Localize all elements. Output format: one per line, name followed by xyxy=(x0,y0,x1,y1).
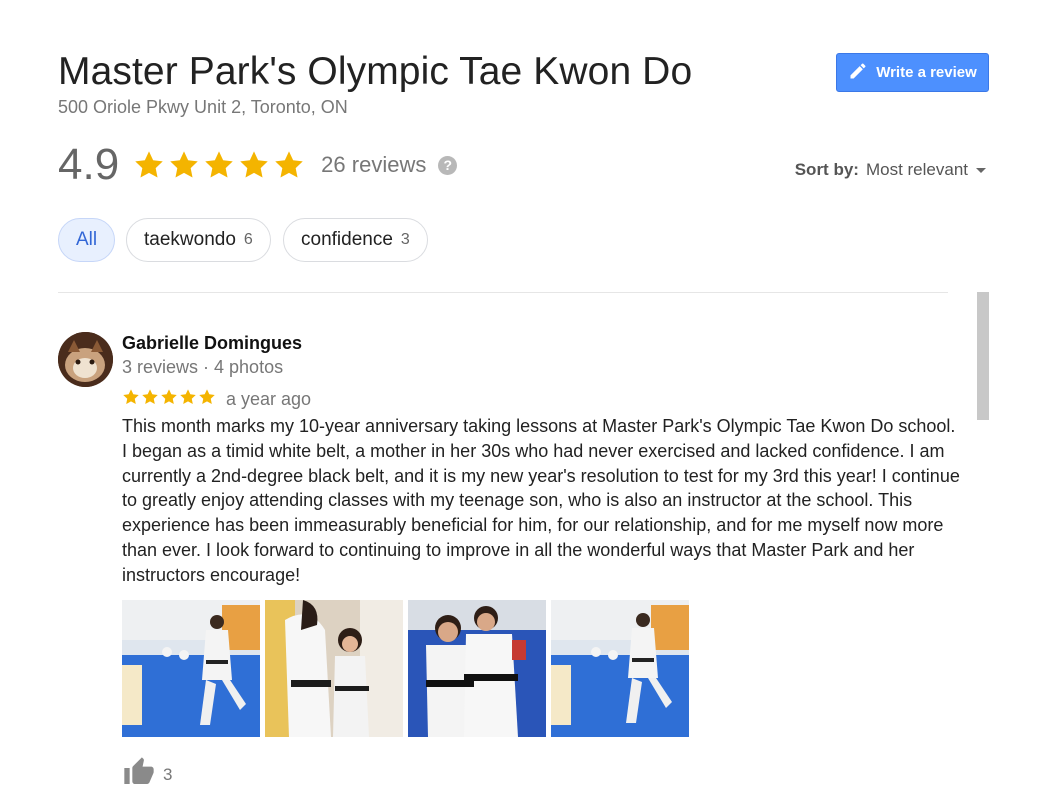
business-address: 500 Oriole Pkwy Unit 2, Toronto, ON xyxy=(58,97,348,117)
star-icon xyxy=(123,389,139,405)
caret-down-icon xyxy=(976,167,986,173)
star-icon xyxy=(135,151,163,178)
filter-chip-all[interactable]: All xyxy=(58,218,115,262)
scrollbar-thumb[interactable] xyxy=(977,292,989,420)
review-photo[interactable] xyxy=(551,600,689,737)
sort-label: Sort by: xyxy=(794,160,859,179)
star-icon xyxy=(170,151,198,178)
write-review-button[interactable]: Write a review xyxy=(836,53,989,92)
filter-chip-count: 6 xyxy=(243,231,253,248)
filter-chip-confidence[interactable]: confidence 3 xyxy=(283,218,428,262)
divider xyxy=(58,292,948,293)
review-count[interactable]: 26 reviews xyxy=(321,152,426,178)
sort-value: Most relevant xyxy=(865,160,968,179)
reviewer-name[interactable]: Gabrielle Domingues xyxy=(122,333,302,354)
filter-chip-label: confidence xyxy=(301,229,393,250)
star-icon xyxy=(240,151,268,178)
star-icon xyxy=(180,389,196,405)
review-date: a year ago xyxy=(226,389,312,409)
review-photo[interactable] xyxy=(408,600,546,737)
pencil-icon xyxy=(848,61,868,85)
review-photo[interactable] xyxy=(265,600,403,737)
help-icon[interactable]: ? xyxy=(438,155,458,175)
star-icon xyxy=(275,151,303,178)
star-icon xyxy=(205,151,233,178)
filter-chip-label: All xyxy=(75,229,98,250)
star-icon xyxy=(161,389,177,405)
filter-chip-taekwondo[interactable]: taekwondo 6 xyxy=(126,218,271,262)
star-icon xyxy=(199,389,215,405)
review-text: This month marks my 10-year anniversary … xyxy=(122,416,960,585)
star-icon xyxy=(142,389,158,405)
rating-stars xyxy=(133,149,305,181)
reviewer-avatar[interactable] xyxy=(58,332,113,387)
filter-chip-label: taekwondo xyxy=(144,229,236,250)
like-count: 3 xyxy=(163,765,173,784)
sort-dropdown[interactable]: Sort by: Most relevant xyxy=(795,160,986,180)
reviewer-meta: 3 reviews · 4 photos xyxy=(122,357,284,377)
review-stars xyxy=(122,388,216,406)
write-review-label: Write a review xyxy=(876,64,977,81)
rating-value: 4.9 xyxy=(58,140,120,189)
rating-summary: 4.9 26 reviews ? xyxy=(58,140,458,190)
filter-chip-count: 3 xyxy=(400,231,410,248)
business-name: Master Park's Olympic Tae Kwon Do xyxy=(58,50,693,93)
review-photo[interactable] xyxy=(122,600,260,737)
thumbs-up-icon[interactable] xyxy=(122,756,156,788)
